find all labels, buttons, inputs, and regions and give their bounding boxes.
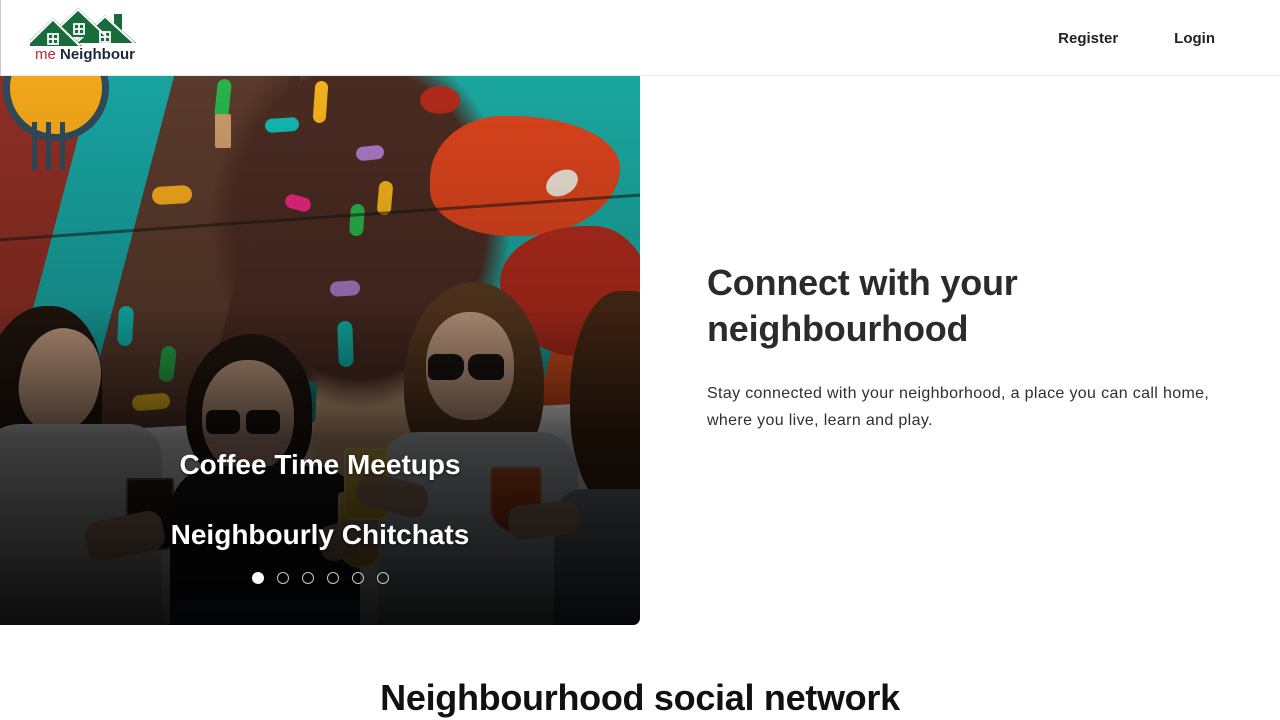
carousel-dot-3[interactable] [301, 572, 314, 584]
house-roofs-logo-icon [30, 8, 136, 47]
nav-login-link[interactable]: Login [1174, 22, 1215, 55]
carousel-slide: Coffee Time Meetups Neighbourly Chitchat… [0, 76, 640, 625]
brand-word-neighbour: Neighbour [60, 46, 135, 63]
carousel-dot-6[interactable] [376, 572, 389, 584]
carousel-dots [0, 572, 640, 584]
section-title: Neighbourhood social network [380, 677, 900, 718]
carousel-caption-secondary: Neighbourly Chitchats [170, 519, 470, 550]
brand-word-me: me [34, 46, 56, 63]
brand-logo[interactable]: me Neighbour [24, 6, 146, 70]
carousel-dot-4[interactable] [326, 572, 339, 584]
section-neighbourhood-social-network: Neighbourhood social network [0, 675, 1280, 720]
nav-register-link[interactable]: Register [1058, 22, 1118, 55]
carousel-caption-primary: Coffee Time Meetups [179, 449, 461, 480]
hero-carousel[interactable]: Coffee Time Meetups Neighbourly Chitchat… [0, 76, 640, 625]
carousel-dot-1[interactable] [251, 572, 264, 584]
hero-copy: Connect with your neighbourhood Stay con… [707, 260, 1247, 434]
hero-title: Connect with your neighbourhood [707, 262, 1018, 349]
primary-nav: Register Login [1002, 0, 1280, 76]
site-header: me Neighbour Register Login [0, 0, 1280, 76]
carousel-dot-5[interactable] [351, 572, 364, 584]
page-root: me Neighbour Register Login Coffee Time … [0, 0, 1280, 720]
brand-wordmark: me Neighbour [35, 46, 135, 64]
hero-subtitle: Stay connected with your neighborhood, a… [707, 385, 1210, 429]
window-left-edge [0, 0, 1, 76]
carousel-captions: Coffee Time Meetups Neighbourly Chitchat… [0, 448, 640, 552]
carousel-dot-2[interactable] [276, 572, 289, 584]
